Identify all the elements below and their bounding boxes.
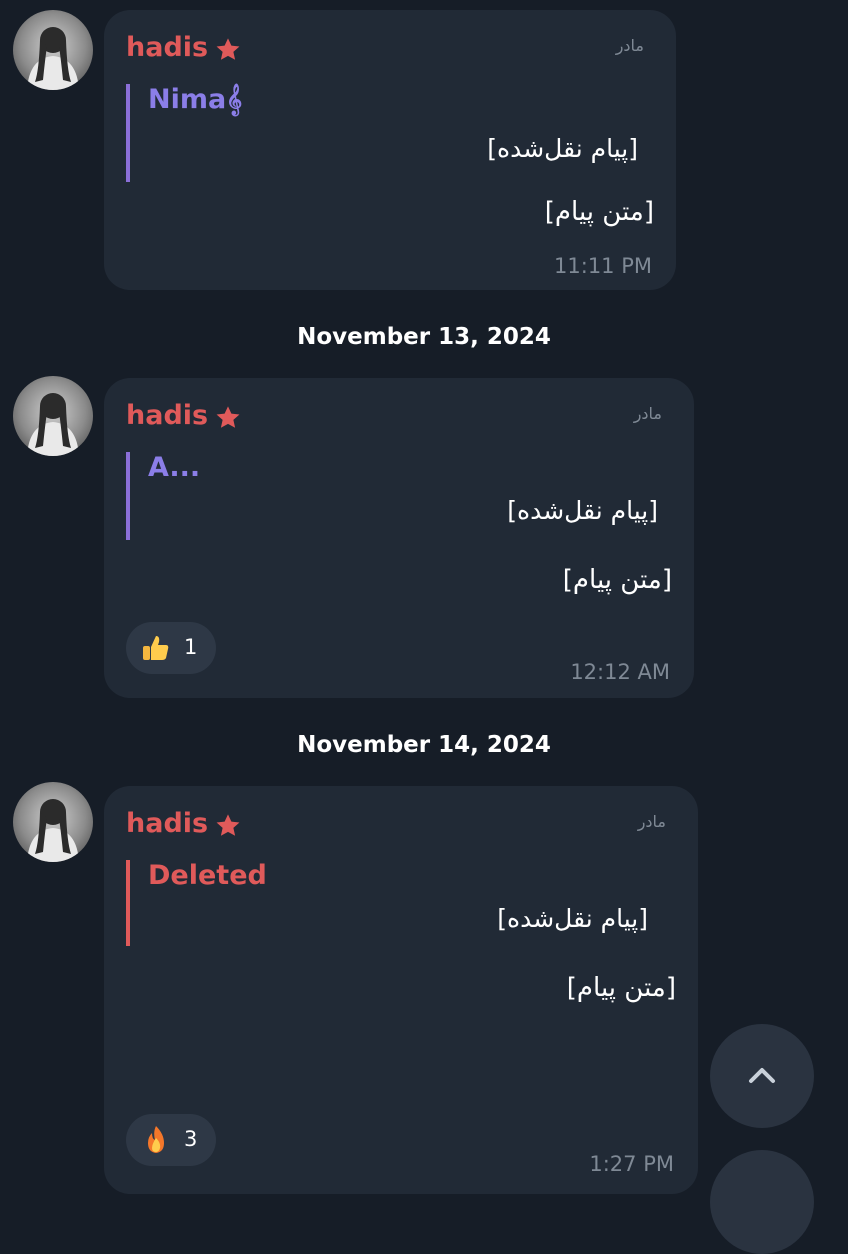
reaction-chip[interactable]: 1 <box>126 622 216 674</box>
quote-text: [پیام نقل‌شده] <box>497 904 648 933</box>
avatar[interactable] <box>13 10 93 90</box>
reply-quote[interactable]: Deleted [پیام نقل‌شده] <box>126 860 648 946</box>
star-icon <box>216 38 240 60</box>
reply-quote[interactable]: Nima𝄞 [پیام نقل‌شده] <box>126 84 638 182</box>
message-bubble[interactable]: hadis مادر Nima𝄞 [پیام نقل‌شده] [متن پیا… <box>104 10 676 290</box>
reply-quote[interactable]: A... [پیام نقل‌شده] <box>126 452 658 540</box>
message-text: [متن پیام] <box>566 973 676 1003</box>
star-icon <box>216 406 240 428</box>
message-time: 11:11 PM <box>554 254 652 278</box>
message-bubble[interactable]: hadis مادر Deleted [پیام نقل‌شده] [متن پ… <box>104 786 698 1194</box>
thumbs-up-icon <box>143 636 169 660</box>
member-role: مادر <box>633 404 662 423</box>
date-separator: November 13, 2024 <box>297 324 551 350</box>
fire-icon <box>148 1126 164 1153</box>
quote-author: Nima𝄞 <box>148 84 243 115</box>
chevron-up-icon <box>749 1068 775 1083</box>
message-text: [متن پیام] <box>562 565 672 595</box>
quote-author: A... <box>148 452 201 483</box>
reaction-count: 3 <box>184 1127 198 1151</box>
sender-name[interactable]: hadis <box>126 808 208 839</box>
avatar[interactable] <box>13 376 93 456</box>
avatar[interactable] <box>13 782 93 862</box>
member-role: مادر <box>637 812 666 831</box>
message-bubble[interactable]: hadis مادر A... [پیام نقل‌شده] [متن پیام… <box>104 378 694 698</box>
quote-text: [پیام نقل‌شده] <box>507 496 658 525</box>
member-role: مادر <box>615 36 644 55</box>
message-text: [متن پیام] <box>544 197 654 227</box>
message-time: 1:27 PM <box>589 1152 674 1176</box>
date-separator: November 14, 2024 <box>297 732 551 758</box>
scroll-up-button[interactable] <box>710 1024 814 1128</box>
sender-name[interactable]: hadis <box>126 32 208 63</box>
reaction-chip[interactable]: 3 <box>126 1114 216 1166</box>
star-icon <box>216 814 240 836</box>
sender-name[interactable]: hadis <box>126 400 208 431</box>
quote-author: Deleted <box>148 860 267 891</box>
message-time: 12:12 AM <box>570 660 670 684</box>
scroll-down-button[interactable] <box>710 1150 814 1254</box>
reaction-count: 1 <box>184 635 198 659</box>
quote-text: [پیام نقل‌شده] <box>487 134 638 163</box>
